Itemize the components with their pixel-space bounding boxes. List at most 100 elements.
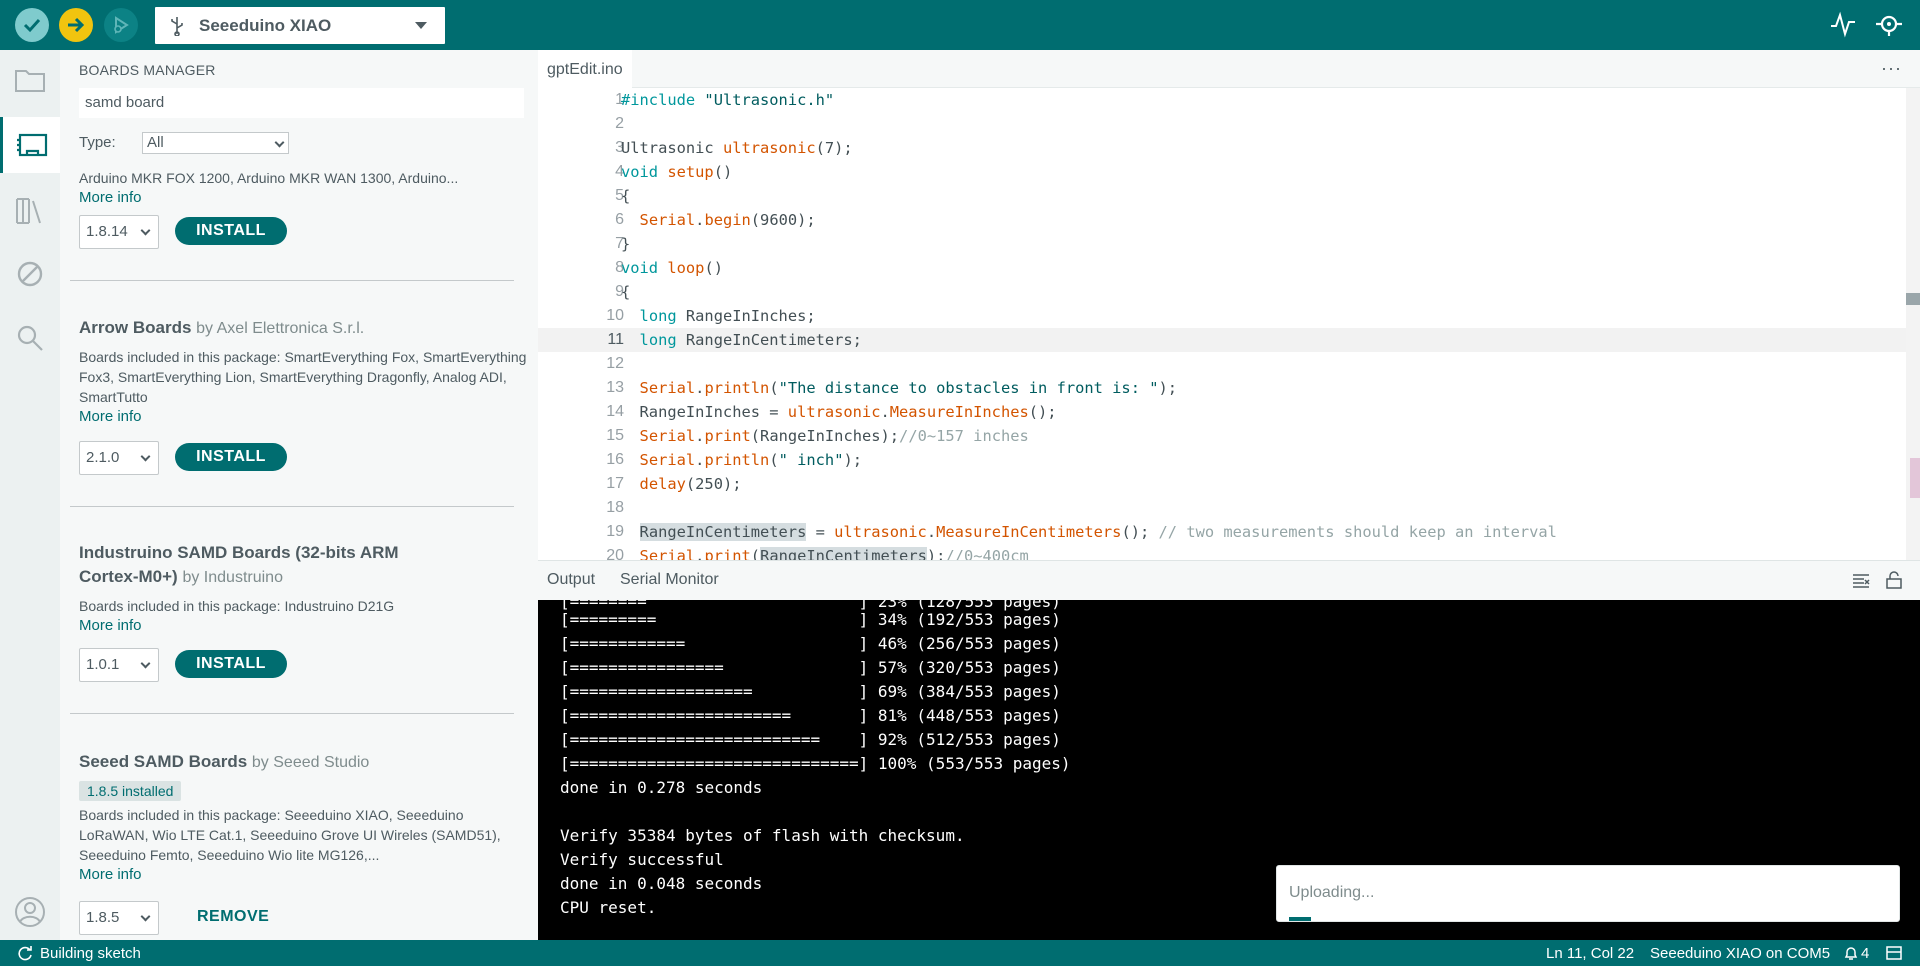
- output-line: done in 0.278 seconds: [560, 778, 763, 797]
- serial-plotter-button[interactable]: [1830, 10, 1856, 43]
- output-line: [=================== ] 69% (384/553 page…: [560, 682, 1061, 701]
- package-title: Seeed SAMD Boards by Seeed Studio: [79, 750, 535, 775]
- version-select[interactable]: 2.1.0: [79, 441, 159, 475]
- package-description: Boards included in this package: Seeedui…: [79, 807, 501, 863]
- remove-button[interactable]: REMOVE: [197, 908, 269, 926]
- scrollbar-marker: [1910, 458, 1920, 498]
- more-info-link[interactable]: More info: [79, 616, 459, 636]
- code-text: void loop(): [621, 259, 723, 277]
- chevron-down-icon: [140, 225, 151, 236]
- code-editor[interactable]: 1 #include "Ultrasonic.h" 2 3 Ultrasonic u…: [538, 88, 1920, 560]
- search-input[interactable]: samd board: [79, 88, 524, 118]
- version-select[interactable]: 1.0.1: [79, 648, 159, 682]
- toolbar: Seeeduino XIAO: [0, 0, 1920, 50]
- board-selector[interactable]: Seeeduino XIAO: [155, 7, 445, 44]
- more-info-link[interactable]: More info: [79, 407, 535, 427]
- code-line: 7}: [538, 232, 1920, 256]
- line-number: 8: [615, 259, 624, 276]
- code-text: {: [621, 283, 631, 301]
- debug-button[interactable]: [104, 8, 138, 42]
- board-name: Seeeduino XIAO: [199, 15, 332, 35]
- type-filter-value: All: [147, 134, 164, 151]
- clear-output-icon[interactable]: [1852, 573, 1870, 589]
- line-number: 7: [615, 235, 624, 252]
- output-line: CPU reset.: [560, 898, 657, 917]
- line-number: 18: [606, 499, 624, 516]
- version-select[interactable]: 1.8.5: [79, 901, 159, 935]
- code-line: 2: [538, 112, 1920, 136]
- library-icon: [16, 198, 41, 224]
- arrow-right-icon: [68, 17, 85, 33]
- tab-output[interactable]: Output: [547, 571, 595, 589]
- divider: [70, 506, 514, 507]
- line-number: 3: [615, 139, 624, 156]
- lock-open-icon[interactable]: [1886, 571, 1902, 589]
- upload-button[interactable]: [59, 8, 93, 42]
- code-line: 9{: [538, 280, 1920, 304]
- account-button[interactable]: [0, 884, 60, 940]
- notification-progress: [1289, 917, 1311, 921]
- search-button[interactable]: [0, 310, 60, 366]
- bell-icon[interactable]: [1844, 945, 1858, 961]
- status-position[interactable]: Ln 11, Col 22: [1546, 945, 1634, 962]
- serial-monitor-button[interactable]: [1874, 10, 1904, 45]
- output-line: [============ ] 46% (256/553 pages): [560, 634, 1061, 653]
- output-line: [================ ] 57% (320/553 pages): [560, 658, 1061, 677]
- code-text: Serial.print(RangeInCentimeters);//0~400…: [621, 544, 1029, 560]
- more-info-link[interactable]: More info: [79, 865, 535, 885]
- chevron-down-icon: [274, 137, 285, 148]
- install-button[interactable]: INSTALL: [175, 217, 287, 245]
- install-button[interactable]: INSTALL: [175, 443, 287, 471]
- line-number: 14: [606, 403, 624, 420]
- library-manager-button[interactable]: [0, 182, 60, 238]
- editor-tabs: gptEdit.ino ···: [538, 50, 1920, 88]
- line-number: 2: [615, 115, 624, 132]
- code-text: Serial.println("The distance to obstacle…: [639, 379, 1178, 397]
- divider: [70, 280, 514, 281]
- line-number: 13: [606, 379, 624, 396]
- more-info-link[interactable]: More info: [79, 188, 535, 208]
- panel-toggle-icon[interactable]: [1886, 946, 1902, 960]
- debug-panel-button[interactable]: [0, 246, 60, 302]
- code-line: 8 void loop(): [538, 256, 1920, 280]
- package-card: Arduino MKR FOX 1200, Arduino MKR WAN 13…: [79, 162, 535, 208]
- line-number: 9: [615, 283, 624, 300]
- more-icon[interactable]: ···: [1881, 58, 1902, 79]
- code-text: delay(250);: [639, 475, 742, 493]
- version-select[interactable]: 1.8.14: [79, 215, 159, 249]
- verify-button[interactable]: [15, 8, 49, 42]
- scrollbar-thumb[interactable]: [1906, 293, 1920, 305]
- code-line: 5{: [538, 184, 1920, 208]
- output-line: [==============================] 100% (5…: [560, 754, 1071, 773]
- status-board[interactable]: Seeeduino XIAO on COM5: [1650, 945, 1830, 962]
- output-line: Verify successful: [560, 850, 724, 869]
- code-line: 20 Serial.print(RangeInCentimeters);//0~…: [538, 544, 1920, 560]
- boards-manager-button[interactable]: [0, 117, 60, 173]
- line-number: 11: [607, 331, 624, 348]
- package-title: Arrow Boards by Axel Elettronica S.r.l.: [79, 316, 535, 341]
- chevron-down-icon: [140, 911, 151, 922]
- version-value: 1.8.5: [86, 909, 120, 926]
- code-line: 10 long RangeInInches;: [538, 304, 1920, 328]
- version-value: 1.0.1: [86, 656, 120, 673]
- notification-message: Uploading...: [1289, 884, 1375, 901]
- tab-gptedit[interactable]: gptEdit.ino: [538, 50, 632, 88]
- user-icon: [15, 897, 45, 927]
- code-line-current: 11 long RangeInCentimeters;: [538, 328, 1920, 352]
- sketchbook-button[interactable]: [0, 52, 60, 108]
- output-line: done in 0.048 seconds: [560, 874, 763, 893]
- line-number: 12: [606, 355, 624, 372]
- tab-serial-monitor[interactable]: Serial Monitor: [620, 571, 719, 589]
- editor-scrollbar[interactable]: [1906, 88, 1920, 560]
- install-button[interactable]: INSTALL: [175, 650, 287, 678]
- debug-play-icon: [114, 16, 129, 34]
- type-filter-select[interactable]: All: [142, 132, 289, 154]
- prohibited-icon: [17, 261, 43, 287]
- code-line: 17 delay(250);: [538, 472, 1920, 496]
- chevron-down-icon: [140, 451, 151, 462]
- code-line: 4 void setup(): [538, 160, 1920, 184]
- code-line: 1 #include "Ultrasonic.h": [538, 88, 1920, 112]
- package-author: by Axel Elettronica S.r.l.: [196, 320, 365, 337]
- version-value: 1.8.14: [86, 223, 128, 240]
- upload-notification: Uploading...: [1276, 865, 1900, 922]
